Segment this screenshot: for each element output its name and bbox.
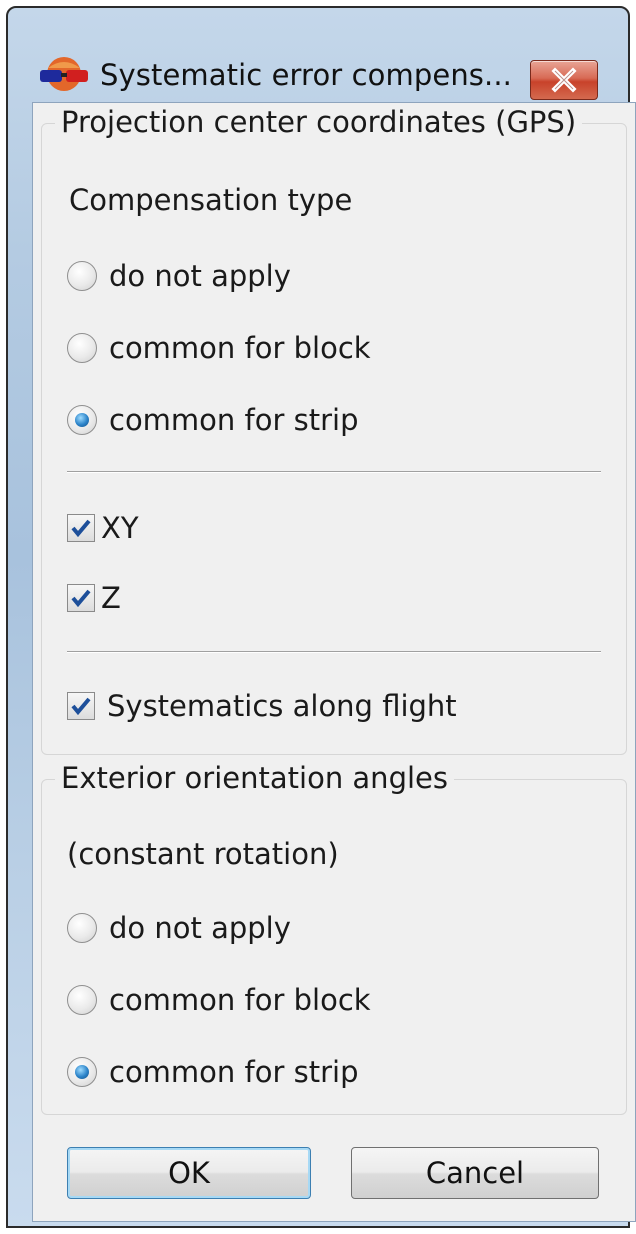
gps-group — [41, 123, 627, 755]
angles-radio-common-for-strip[interactable]: common for strip — [67, 1055, 359, 1089]
checkbox-box[interactable] — [67, 584, 95, 612]
angles-radio-common-for-block[interactable]: common for block — [67, 983, 371, 1017]
radio-label: common for block — [109, 983, 371, 1017]
radio-label: do not apply — [109, 911, 291, 945]
window-title: Systematic error compens... — [100, 58, 512, 92]
checkbox-label: XY — [101, 511, 139, 545]
checkbox-label: Systematics along flight — [107, 689, 457, 723]
dialog-window: Systematic error compens... Projection c… — [6, 6, 636, 1228]
compensation-type-label: Compensation type — [69, 183, 353, 217]
cancel-button[interactable]: Cancel — [351, 1147, 599, 1199]
separator — [67, 471, 601, 473]
gps-radio-common-for-block[interactable]: common for block — [67, 331, 371, 365]
gps-radio-common-for-strip[interactable]: common for strip — [67, 403, 359, 437]
close-button[interactable] — [530, 60, 598, 100]
gps-radio-do-not-apply[interactable]: do not apply — [67, 259, 291, 293]
ok-button[interactable]: OK — [67, 1147, 311, 1199]
checkbox-label: Z — [101, 581, 121, 615]
angles-group-legend: Exterior orientation angles — [55, 761, 454, 795]
radio-label: common for strip — [109, 403, 359, 437]
radio-button[interactable] — [67, 261, 97, 291]
checkbox-z[interactable]: Z — [67, 581, 121, 615]
radio-button[interactable] — [67, 333, 97, 363]
check-mark-icon — [71, 519, 91, 538]
checkbox-xy[interactable]: XY — [67, 511, 139, 545]
check-mark-icon — [71, 697, 91, 716]
constant-rotation-label: (constant rotation) — [67, 837, 339, 871]
checkbox-box[interactable] — [67, 692, 95, 720]
gps-group-legend: Projection center coordinates (GPS) — [55, 105, 583, 139]
stereo-glasses-globe-icon — [40, 57, 88, 91]
close-icon — [551, 67, 577, 93]
checkbox-box[interactable] — [67, 514, 95, 542]
check-mark-icon — [71, 589, 91, 608]
radio-label: common for strip — [109, 1055, 359, 1089]
angles-radio-do-not-apply[interactable]: do not apply — [67, 911, 291, 945]
radio-button[interactable] — [67, 985, 97, 1015]
radio-button-selected[interactable] — [67, 405, 97, 435]
dialog-client-area: Projection center coordinates (GPS) Comp… — [32, 102, 636, 1222]
radio-button[interactable] — [67, 913, 97, 943]
radio-button-selected[interactable] — [67, 1057, 97, 1087]
radio-label: do not apply — [109, 259, 291, 293]
title-bar[interactable]: Systematic error compens... — [8, 8, 628, 100]
separator — [67, 651, 601, 653]
radio-label: common for block — [109, 331, 371, 365]
checkbox-systematics-along-flight[interactable]: Systematics along flight — [67, 689, 457, 723]
